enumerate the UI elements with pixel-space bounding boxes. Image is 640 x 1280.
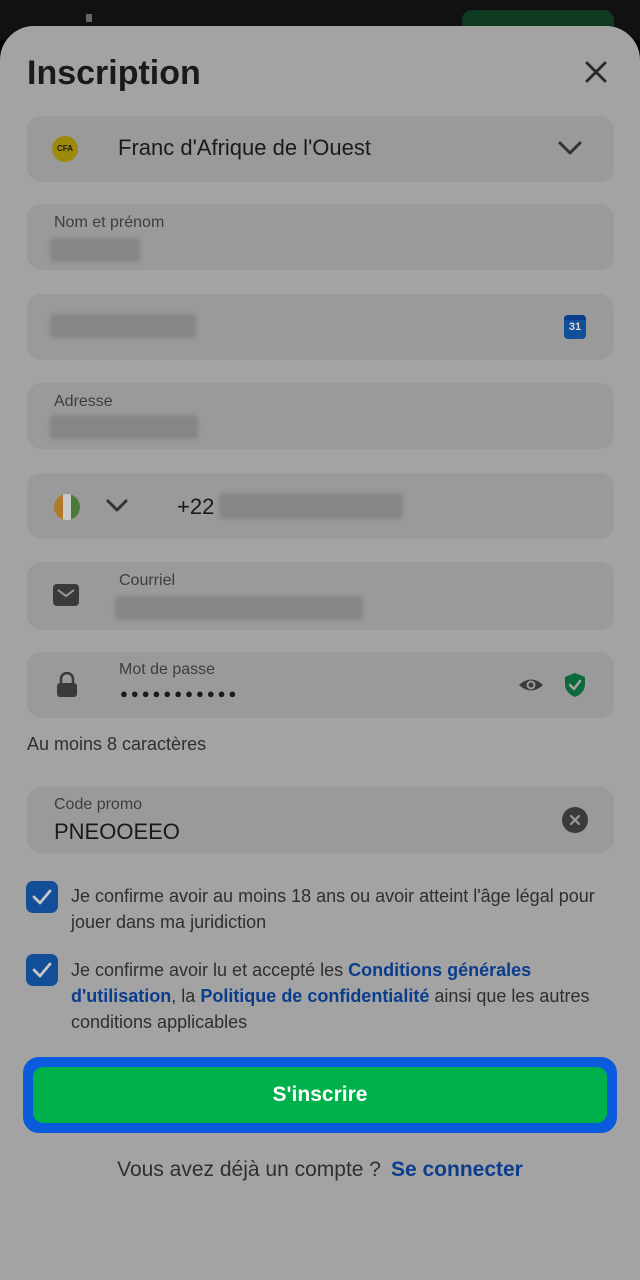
checkmark-icon: [32, 889, 52, 905]
register-button-focus-ring: S'inscrire: [23, 1057, 617, 1133]
promo-label: Code promo: [54, 796, 143, 813]
chevron-down-icon: [558, 141, 582, 155]
login-question: Vous avez déjà un compte ?: [117, 1158, 381, 1181]
email-field[interactable]: Courriel: [27, 562, 614, 630]
birthdate-field[interactable]: 31: [27, 294, 614, 360]
password-hint: Au moins 8 caractères: [27, 734, 207, 754]
terms-consent-text: Je confirme avoir lu et accepté les Cond…: [71, 957, 601, 1035]
privacy-link[interactable]: Politique de confidentialité: [200, 986, 429, 1006]
cfa-currency-icon: CFA: [52, 136, 78, 162]
phone-prefix: +22: [177, 494, 215, 519]
phone-field[interactable]: +22: [27, 473, 614, 539]
email-label: Courriel: [119, 572, 176, 589]
calendar-day: 31: [568, 321, 582, 333]
checkmark-icon: [32, 962, 52, 978]
close-icon[interactable]: [580, 56, 612, 88]
age-consent-checkbox[interactable]: [26, 881, 58, 913]
fullname-value-redacted: [50, 238, 140, 262]
password-value: ●●●●●●●●●●●: [120, 686, 240, 701]
lock-icon: [55, 671, 79, 698]
promo-value: PNEOOEEO: [54, 819, 180, 844]
address-value-redacted: [50, 415, 198, 439]
ivory-coast-flag-icon: [54, 494, 80, 520]
terms-mid: , la: [171, 986, 196, 1006]
chevron-down-icon[interactable]: [105, 497, 129, 515]
page-title: Inscription: [27, 54, 201, 92]
age-consent-text: Je confirme avoir au moins 18 ans ou avo…: [71, 886, 595, 932]
email-value-redacted: [115, 596, 363, 620]
clear-icon[interactable]: [562, 807, 588, 833]
register-button[interactable]: S'inscrire: [33, 1067, 607, 1123]
phone-value-redacted: [219, 493, 403, 519]
currency-select[interactable]: CFA Franc d'Afrique de l'Ouest: [27, 116, 614, 182]
address-field[interactable]: Adresse: [27, 383, 614, 449]
terms-consent-checkbox[interactable]: [26, 954, 58, 986]
fullname-label: Nom et prénom: [54, 214, 165, 231]
password-field[interactable]: Mot de passe ●●●●●●●●●●●: [27, 652, 614, 718]
password-label: Mot de passe: [119, 661, 216, 678]
currency-label: Franc d'Afrique de l'Ouest: [118, 135, 371, 160]
promo-field[interactable]: Code promo PNEOOEEO: [27, 787, 614, 853]
login-link[interactable]: Se connecter: [391, 1158, 523, 1181]
status-dot: [86, 14, 92, 22]
birthdate-value-redacted: [50, 314, 196, 338]
shield-check-icon: [563, 672, 587, 698]
fullname-field[interactable]: Nom et prénom: [27, 204, 614, 270]
eye-icon[interactable]: [517, 674, 545, 696]
login-prompt: Vous avez déjà un compte ? Se connecter: [0, 1158, 640, 1182]
envelope-icon: [53, 584, 79, 606]
calendar-icon[interactable]: 31: [564, 315, 586, 339]
terms-prefix: Je confirme avoir lu et accepté les: [71, 960, 344, 980]
address-label: Adresse: [54, 393, 113, 410]
